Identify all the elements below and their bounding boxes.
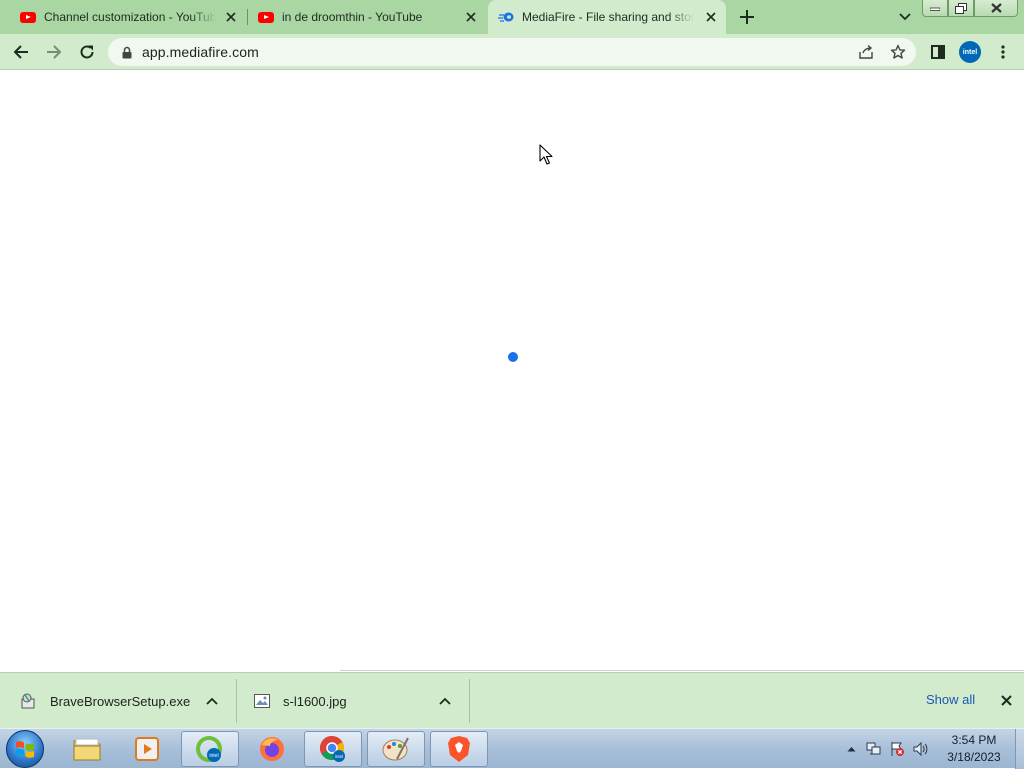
share-icon[interactable] <box>858 44 874 60</box>
tab-in-de-droomthin[interactable]: in de droomthin - YouTube <box>248 0 486 34</box>
mouse-cursor <box>539 144 553 168</box>
mediafire-icon <box>498 9 514 25</box>
svg-text:intel: intel <box>209 753 218 759</box>
taskbar-intel-graphics[interactable]: intel <box>181 731 239 767</box>
minimize-button[interactable] <box>922 0 948 17</box>
taskbar: intel intel 3:54 PM 3/18/2023 <box>0 728 1024 769</box>
image-file-icon <box>253 692 271 710</box>
show-hidden-icons-button[interactable] <box>842 740 860 758</box>
download-item[interactable]: BraveBrowserSetup.exe <box>20 673 236 729</box>
profile-avatar[interactable]: intel <box>959 41 981 63</box>
minimize-icon <box>930 7 940 11</box>
chevron-down-icon <box>899 13 911 21</box>
installer-icon <box>20 692 38 710</box>
chevron-up-icon <box>847 747 855 752</box>
network-icon[interactable] <box>865 740 883 758</box>
download-filename: s-l1600.jpg <box>283 693 347 709</box>
tab-title: in de droomthin - YouTube <box>282 10 423 24</box>
start-button[interactable] <box>6 730 44 768</box>
taskbar-file-explorer[interactable] <box>58 731 116 767</box>
bookmark-star-icon[interactable] <box>890 44 906 60</box>
brave-icon <box>448 736 470 762</box>
address-bar[interactable]: app.mediafire.com <box>108 38 916 66</box>
show-all-downloads-link[interactable]: Show all <box>926 692 975 707</box>
reload-icon <box>80 45 94 59</box>
close-tab-icon[interactable] <box>704 10 718 24</box>
taskbar-firefox[interactable] <box>243 731 301 767</box>
shelf-separator <box>469 679 470 723</box>
window-controls <box>922 0 1018 18</box>
back-button[interactable] <box>9 40 33 64</box>
media-player-icon <box>135 737 159 761</box>
close-download-shelf-icon[interactable] <box>998 692 1014 708</box>
forward-arrow-icon <box>47 45 62 59</box>
file-explorer-icon <box>73 738 101 761</box>
browser-menu-button[interactable] <box>991 40 1015 64</box>
profile-label: intel <box>962 48 978 56</box>
volume-icon[interactable] <box>911 740 929 758</box>
firefox-icon <box>260 737 284 761</box>
side-panel-icon <box>931 45 945 59</box>
youtube-icon <box>258 9 274 25</box>
tab-title: MediaFire - File sharing and storage <box>522 10 694 24</box>
url-text[interactable]: app.mediafire.com <box>142 44 259 60</box>
lock-icon[interactable] <box>120 45 134 59</box>
taskbar-media-player[interactable] <box>118 731 176 767</box>
tab-channel-customization[interactable]: Channel customization - YouTube <box>0 0 246 34</box>
paint-icon <box>382 737 409 761</box>
reload-button[interactable] <box>75 40 99 64</box>
close-tab-icon[interactable] <box>224 10 238 24</box>
tab-search-button[interactable] <box>896 8 914 26</box>
system-clock[interactable]: 3:54 PM 3/18/2023 <box>936 732 1012 766</box>
youtube-icon <box>20 9 36 25</box>
chevron-up-icon[interactable] <box>204 693 220 709</box>
download-item[interactable]: s-l1600.jpg <box>253 673 469 729</box>
side-panel-button[interactable] <box>926 40 950 64</box>
close-tab-icon[interactable] <box>464 10 478 24</box>
intel-graphics-icon: intel <box>196 736 222 762</box>
action-center-icon[interactable] <box>888 740 906 758</box>
tab-title: Channel customization - YouTube <box>44 10 216 24</box>
restore-button[interactable] <box>948 0 974 17</box>
taskbar-chrome[interactable]: intel <box>304 731 362 767</box>
forward-button[interactable] <box>42 40 66 64</box>
download-filename: BraveBrowserSetup.exe <box>50 693 191 709</box>
loading-spinner <box>508 352 518 362</box>
page-viewport <box>0 71 1024 671</box>
more-vertical-icon <box>1001 45 1005 59</box>
chevron-up-icon[interactable] <box>437 693 453 709</box>
tab-mediafire[interactable]: MediaFire - File sharing and storage <box>488 0 726 34</box>
new-tab-button[interactable] <box>737 7 757 27</box>
restore-icon <box>955 2 967 14</box>
back-arrow-icon <box>13 45 28 59</box>
taskbar-brave[interactable] <box>430 731 488 767</box>
download-shelf: BraveBrowserSetup.exe s-l1600.jpg Show a… <box>0 672 1024 728</box>
close-icon <box>990 3 1002 13</box>
page-bottom-edge <box>340 670 1024 671</box>
clock-date: 3/18/2023 <box>947 750 1001 764</box>
tab-strip: Channel customization - YouTube in de dr… <box>0 0 1024 34</box>
show-desktop-button[interactable] <box>1015 729 1024 769</box>
plus-icon <box>740 10 754 24</box>
svg-text:intel: intel <box>335 754 343 759</box>
close-window-button[interactable] <box>974 0 1018 17</box>
chrome-icon: intel <box>319 736 345 762</box>
system-tray <box>842 729 934 769</box>
windows-logo-icon <box>16 741 34 758</box>
taskbar-paint[interactable] <box>367 731 425 767</box>
browser-toolbar: app.mediafire.com intel <box>0 34 1024 70</box>
clock-time: 3:54 PM <box>951 733 997 747</box>
shelf-separator <box>236 679 237 723</box>
